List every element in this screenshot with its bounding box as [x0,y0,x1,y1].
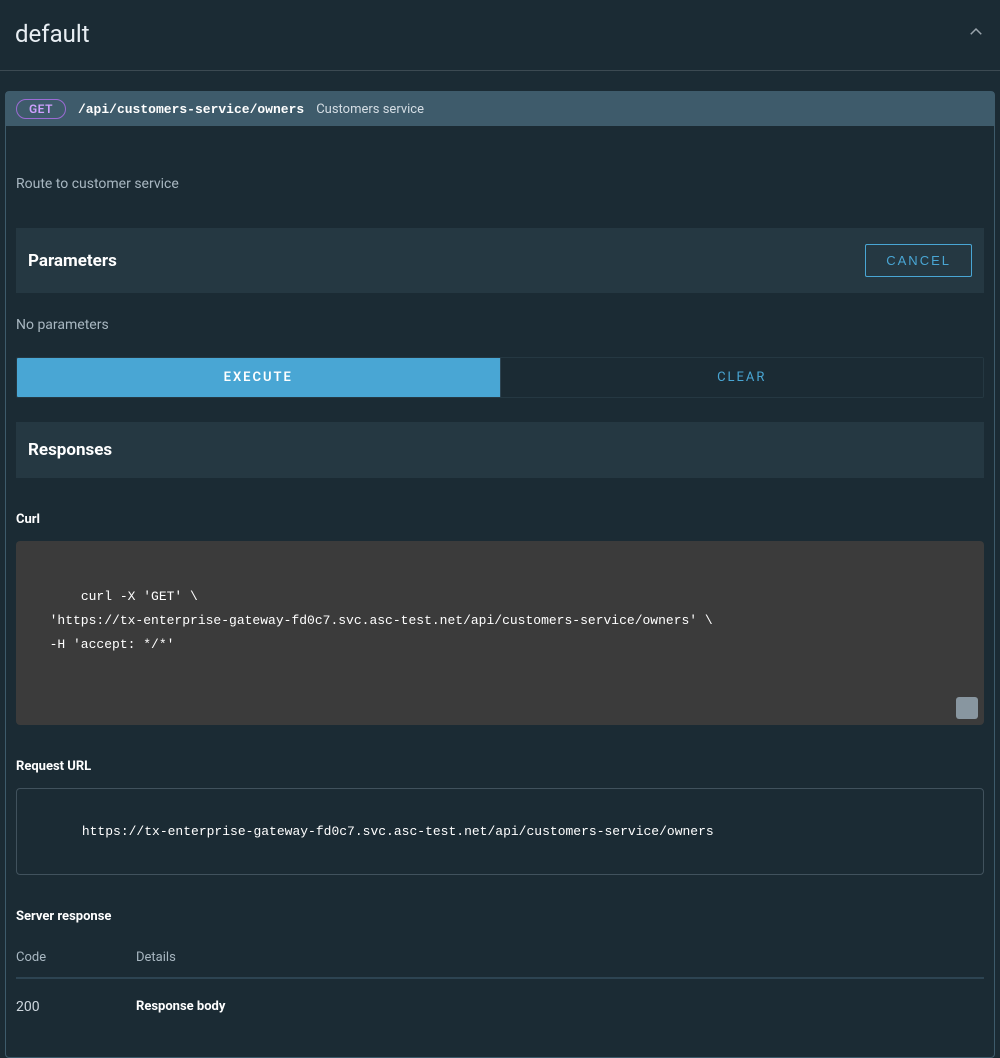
response-row: 200 Response body [16,979,984,1027]
details-column-header: Details [136,950,984,965]
operation-path: /api/customers-service/owners [78,102,304,117]
server-response-heading: Server response [16,909,984,924]
operation-block: GET /api/customers-service/owners Custom… [5,91,995,1058]
responses-heading: Responses [28,440,112,460]
operation-summary: Customers service [316,102,424,117]
responses-section-header: Responses [16,422,984,478]
operation-body: Route to customer service Parameters CAN… [6,126,994,1057]
request-url-heading: Request URL [16,759,984,774]
curl-command-block: curl -X 'GET' \ 'https://tx-enterprise-g… [16,541,984,725]
tag-header[interactable]: default [0,0,1000,71]
operation-summary-bar[interactable]: GET /api/customers-service/owners Custom… [6,92,994,126]
response-status-code: 200 [16,999,136,1015]
tag-name: default [15,20,90,48]
curl-heading: Curl [16,512,984,527]
operation-description: Route to customer service [16,126,984,228]
clipboard-icon [921,672,1000,744]
parameters-section-header: Parameters CANCEL [16,228,984,293]
execute-row: EXECUTE CLEAR [16,357,984,398]
execute-button[interactable]: EXECUTE [17,358,500,397]
parameters-heading: Parameters [28,251,117,271]
code-column-header: Code [16,950,136,965]
clear-button[interactable]: CLEAR [500,358,984,397]
chevron-up-icon [967,23,985,45]
copy-curl-button[interactable] [956,697,978,719]
request-url-block: https://tx-enterprise-gateway-fd0c7.svc.… [16,788,984,875]
response-table-header: Code Details [16,938,984,978]
request-url-text: https://tx-enterprise-gateway-fd0c7.svc.… [82,824,714,839]
response-body-label: Response body [136,999,984,1014]
no-parameters-text: No parameters [16,293,984,357]
cancel-button[interactable]: CANCEL [865,244,972,277]
http-method-badge: GET [16,99,66,119]
curl-command-text: curl -X 'GET' \ 'https://tx-enterprise-g… [34,589,713,652]
